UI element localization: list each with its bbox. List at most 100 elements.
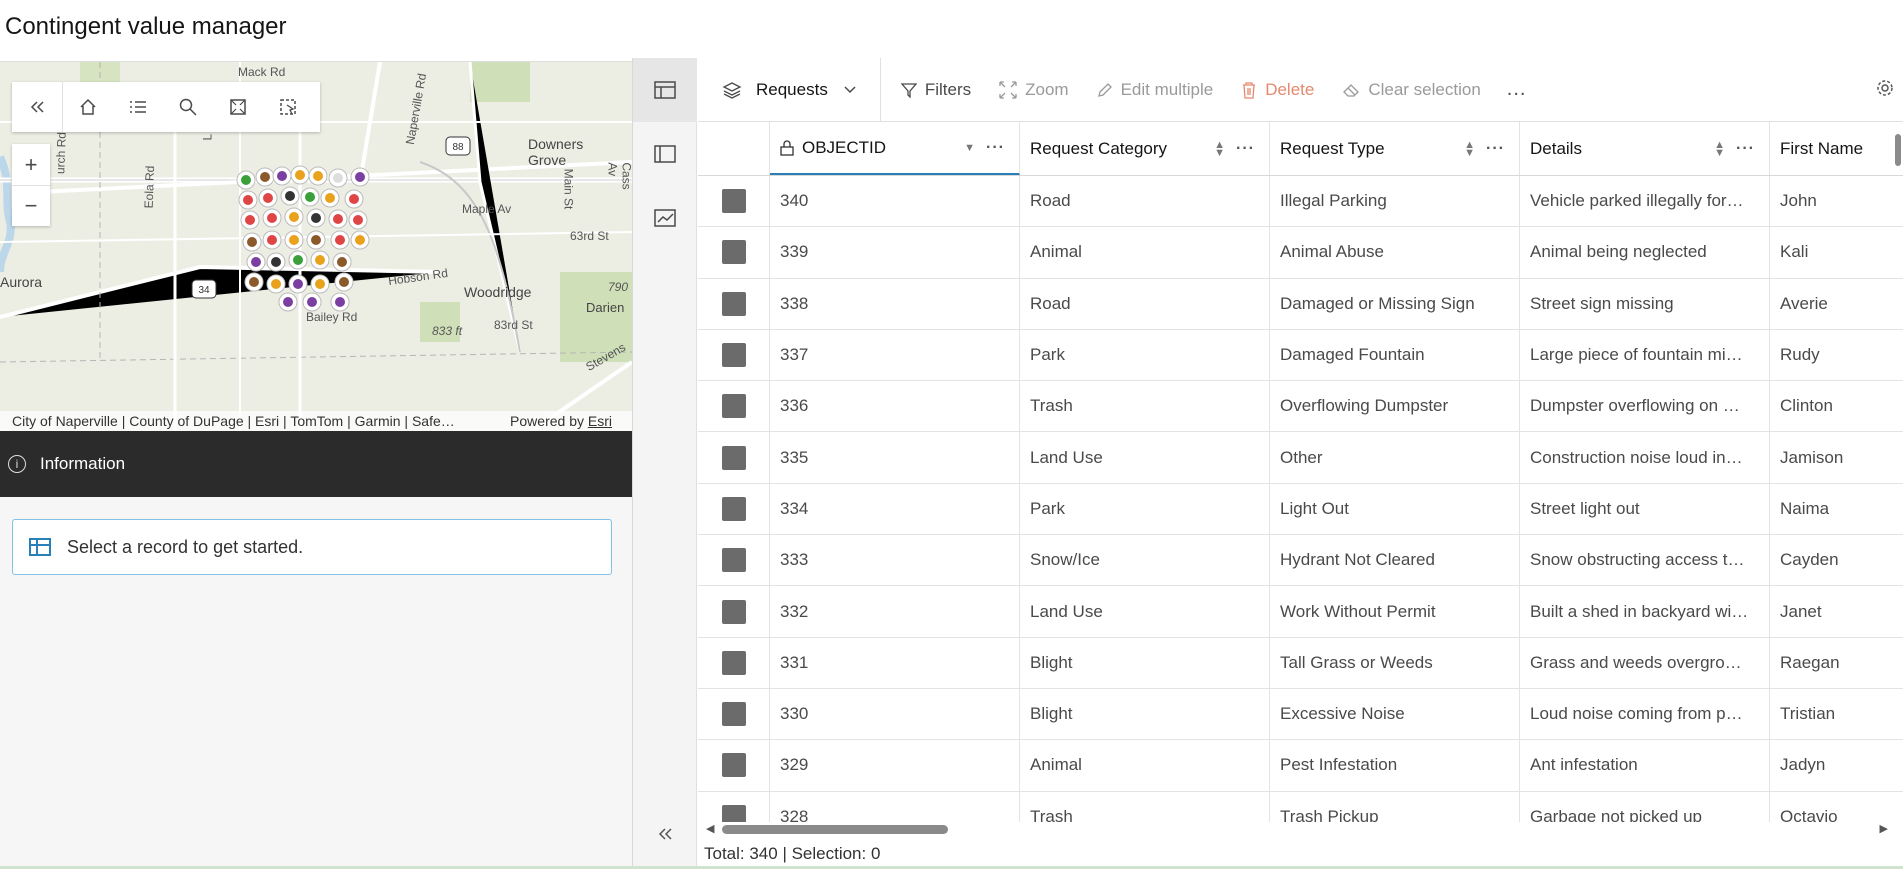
row-checkbox[interactable]: [721, 650, 746, 675]
edit-multiple-button[interactable]: Edit multiple: [1089, 80, 1222, 100]
column-menu-button[interactable]: ···: [1236, 140, 1255, 158]
table-row[interactable]: 339 Animal Animal Abuse Animal being neglec…: [698, 227, 1903, 279]
first-name-cell[interactable]: John: [1770, 176, 1903, 226]
objectid-cell[interactable]: 335: [770, 432, 1020, 483]
first-name-cell[interactable]: Jamison: [1770, 432, 1903, 482]
chart-view-button[interactable]: [633, 186, 697, 250]
header-select-all[interactable]: [698, 122, 770, 175]
row-checkbox[interactable]: [721, 548, 746, 573]
objectid-cell[interactable]: 332: [770, 586, 1020, 637]
sort-icon[interactable]: ▲ ▼: [1714, 139, 1725, 158]
full-extent-button[interactable]: [213, 82, 263, 132]
first-name-cell[interactable]: Tristian: [1770, 689, 1903, 739]
row-checkbox[interactable]: [721, 189, 746, 214]
column-menu-button[interactable]: ···: [986, 139, 1005, 157]
scroll-right-arrow[interactable]: ▶: [1880, 822, 1888, 835]
details-cell[interactable]: Large piece of fountain mi…: [1520, 329, 1770, 381]
table-row[interactable]: 338 Road Damaged or Missing Sign Street sig…: [698, 278, 1903, 330]
objectid-cell[interactable]: 329: [770, 740, 1020, 791]
table-view-button[interactable]: [633, 58, 697, 122]
home-button[interactable]: [63, 82, 113, 132]
row-checkbox[interactable]: [721, 753, 746, 778]
table-row[interactable]: 334 Park Light Out Street light out Naima: [698, 483, 1903, 536]
objectid-cell[interactable]: 331: [770, 637, 1020, 688]
scroll-thumb[interactable]: [722, 825, 948, 834]
sort-desc-icon[interactable]: ▼: [964, 142, 975, 153]
details-cell[interactable]: Street light out: [1520, 483, 1770, 535]
first-name-cell[interactable]: Jadyn: [1770, 740, 1903, 790]
search-button[interactable]: [163, 82, 213, 132]
header-details[interactable]: Details ▲ ▼ ···: [1520, 122, 1770, 175]
request-category-cell[interactable]: Blight: [1020, 688, 1270, 740]
collapse-panel-button[interactable]: [633, 824, 697, 847]
row-checkbox[interactable]: [721, 804, 746, 822]
request-category-cell[interactable]: Animal: [1020, 740, 1270, 791]
details-cell[interactable]: Street sign missing: [1520, 278, 1770, 329]
objectid-cell[interactable]: 334: [770, 483, 1020, 535]
esri-link[interactable]: Esri: [588, 413, 612, 429]
request-category-cell[interactable]: Trash: [1020, 381, 1270, 432]
zoom-in-button[interactable]: +: [12, 144, 50, 185]
objectid-cell[interactable]: 328: [770, 791, 1020, 822]
first-name-cell[interactable]: Octavio: [1770, 792, 1903, 822]
collapse-toolbar-button[interactable]: [12, 82, 62, 132]
request-type-cell[interactable]: Work Without Permit: [1270, 586, 1520, 637]
row-select-cell[interactable]: [698, 278, 770, 329]
header-objectid[interactable]: OBJECTID ▼ ···: [770, 122, 1020, 175]
delete-button[interactable]: Delete: [1233, 80, 1322, 100]
map-view[interactable]: 88 34 Mack Rd Naperville Rd Downers Grov…: [0, 61, 632, 431]
first-name-cell[interactable]: Clinton: [1770, 381, 1903, 431]
layer-list-button[interactable]: [113, 82, 163, 132]
scroll-thumb[interactable]: [1895, 134, 1901, 166]
sort-icon[interactable]: ▲ ▼: [1214, 139, 1225, 158]
request-type-cell[interactable]: Pest Infestation: [1270, 740, 1520, 791]
details-cell[interactable]: Ant infestation: [1520, 740, 1770, 791]
details-cell[interactable]: Grass and weeds overgro…: [1520, 637, 1770, 688]
objectid-cell[interactable]: 338: [770, 278, 1020, 329]
row-checkbox[interactable]: [721, 343, 746, 368]
request-category-cell[interactable]: Blight: [1020, 637, 1270, 688]
row-select-cell[interactable]: [698, 329, 770, 381]
row-select-cell[interactable]: [698, 483, 770, 535]
row-select-cell[interactable]: [698, 535, 770, 586]
first-name-cell[interactable]: Cayden: [1770, 535, 1903, 585]
table-row[interactable]: 329 Animal Pest Infestation Ant infestation…: [698, 740, 1903, 792]
horizontal-scrollbar[interactable]: ◀ ▶: [702, 822, 1892, 836]
objectid-cell[interactable]: 339: [770, 227, 1020, 278]
row-select-cell[interactable]: [698, 688, 770, 740]
row-select-cell[interactable]: [698, 791, 770, 822]
row-checkbox[interactable]: [721, 702, 746, 727]
request-category-cell[interactable]: Snow/Ice: [1020, 535, 1270, 586]
zoom-out-button[interactable]: −: [12, 185, 50, 226]
request-category-cell[interactable]: Land Use: [1020, 586, 1270, 637]
request-category-cell[interactable]: Park: [1020, 329, 1270, 381]
request-type-cell[interactable]: Other: [1270, 432, 1520, 483]
first-name-cell[interactable]: Kali: [1770, 227, 1903, 277]
row-select-cell[interactable]: [698, 227, 770, 278]
request-type-cell[interactable]: Animal Abuse: [1270, 227, 1520, 278]
request-category-cell[interactable]: Trash: [1020, 791, 1270, 822]
table-row[interactable]: 330 Blight Excessive Noise Loud noise comin…: [698, 688, 1903, 741]
request-type-cell[interactable]: Overflowing Dumpster: [1270, 381, 1520, 432]
table-settings-button[interactable]: [1875, 78, 1895, 104]
scroll-left-arrow[interactable]: ◀: [706, 822, 714, 835]
objectid-cell[interactable]: 330: [770, 688, 1020, 740]
request-type-cell[interactable]: Illegal Parking: [1270, 176, 1520, 227]
table-row[interactable]: 333 Snow/Ice Hydrant Not Cleared Snow obstr…: [698, 535, 1903, 587]
row-checkbox[interactable]: [721, 240, 746, 265]
layer-picker[interactable]: Requests: [698, 57, 881, 122]
request-type-cell[interactable]: Tall Grass or Weeds: [1270, 637, 1520, 688]
select-button[interactable]: [263, 82, 313, 132]
vertical-scrollbar[interactable]: [1893, 122, 1903, 822]
table-row[interactable]: 337 Park Damaged Fountain Large piece of fo…: [698, 329, 1903, 382]
row-select-cell[interactable]: [698, 740, 770, 791]
details-cell[interactable]: Loud noise coming from p…: [1520, 688, 1770, 740]
row-select-cell[interactable]: [698, 637, 770, 688]
request-type-cell[interactable]: Damaged or Missing Sign: [1270, 278, 1520, 329]
clear-selection-button[interactable]: Clear selection: [1334, 80, 1488, 100]
row-select-cell[interactable]: [698, 176, 770, 227]
row-checkbox[interactable]: [721, 496, 746, 521]
request-type-cell[interactable]: Hydrant Not Cleared: [1270, 535, 1520, 586]
information-panel-header[interactable]: i Information: [0, 431, 632, 497]
table-row[interactable]: 336 Trash Overflowing Dumpster Dumpster ove…: [698, 381, 1903, 433]
